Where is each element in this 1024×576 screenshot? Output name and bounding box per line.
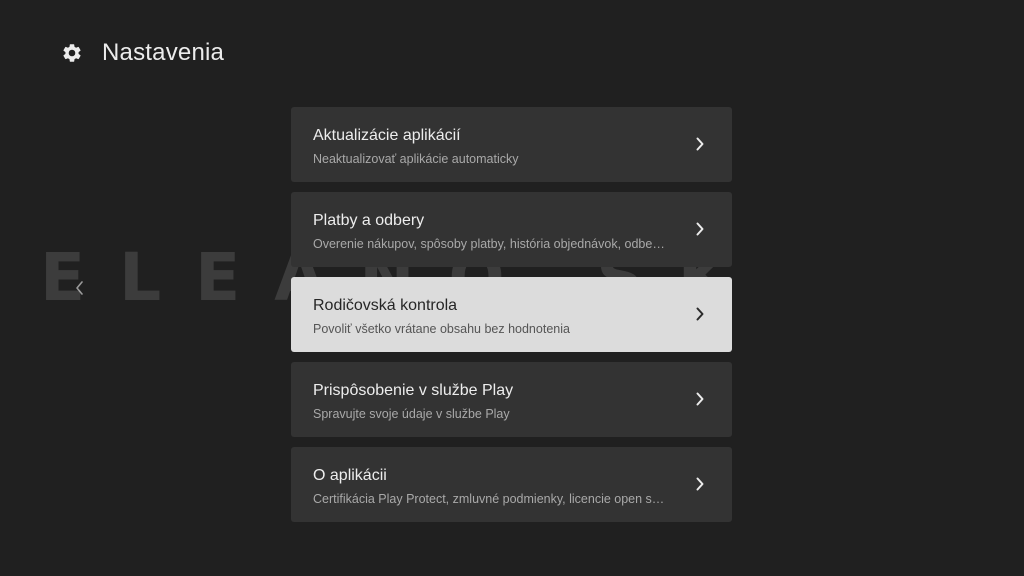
settings-item-title: Prispôsobenie v službe Play bbox=[313, 382, 514, 399]
gear-icon bbox=[60, 41, 84, 65]
back-arrow-icon[interactable] bbox=[70, 276, 90, 300]
settings-item-app-updates[interactable]: Aktualizácie aplikácií Neaktualizovať ap… bbox=[291, 107, 732, 182]
chevron-right-icon bbox=[694, 135, 706, 153]
settings-list: Aktualizácie aplikácií Neaktualizovať ap… bbox=[291, 107, 732, 532]
settings-item-play-personalization[interactable]: Prispôsobenie v službe Play Spravujte sv… bbox=[291, 362, 732, 437]
settings-item-subtitle: Neaktualizovať aplikácie automaticky bbox=[313, 152, 519, 166]
settings-item-title: Platby a odbery bbox=[313, 212, 425, 229]
settings-item-parental-controls[interactable]: Rodičovská kontrola Povoliť všetko vráta… bbox=[291, 277, 732, 352]
settings-item-title: O aplikácii bbox=[313, 467, 387, 484]
settings-item-title: Rodičovská kontrola bbox=[313, 297, 458, 314]
settings-item-subtitle: Overenie nákupov, spôsoby platby, histór… bbox=[313, 237, 665, 251]
page-header: Nastavenia bbox=[60, 36, 224, 70]
settings-item-payments[interactable]: Platby a odbery Overenie nákupov, spôsob… bbox=[291, 192, 732, 267]
settings-item-about[interactable]: O aplikácii Certifikácia Play Protect, z… bbox=[291, 447, 732, 522]
chevron-right-icon bbox=[694, 475, 706, 493]
settings-item-subtitle: Certifikácia Play Protect, zmluvné podmi… bbox=[313, 492, 665, 506]
settings-item-title: Aktualizácie aplikácií bbox=[313, 127, 461, 144]
chevron-right-icon bbox=[694, 305, 706, 323]
chevron-right-icon bbox=[694, 390, 706, 408]
page-title: Nastavenia bbox=[102, 39, 225, 66]
chevron-right-icon bbox=[694, 220, 706, 238]
settings-item-subtitle: Spravujte svoje údaje v službe Play bbox=[313, 407, 510, 421]
settings-item-subtitle: Povoliť všetko vrátane obsahu bez hodnot… bbox=[313, 322, 570, 336]
